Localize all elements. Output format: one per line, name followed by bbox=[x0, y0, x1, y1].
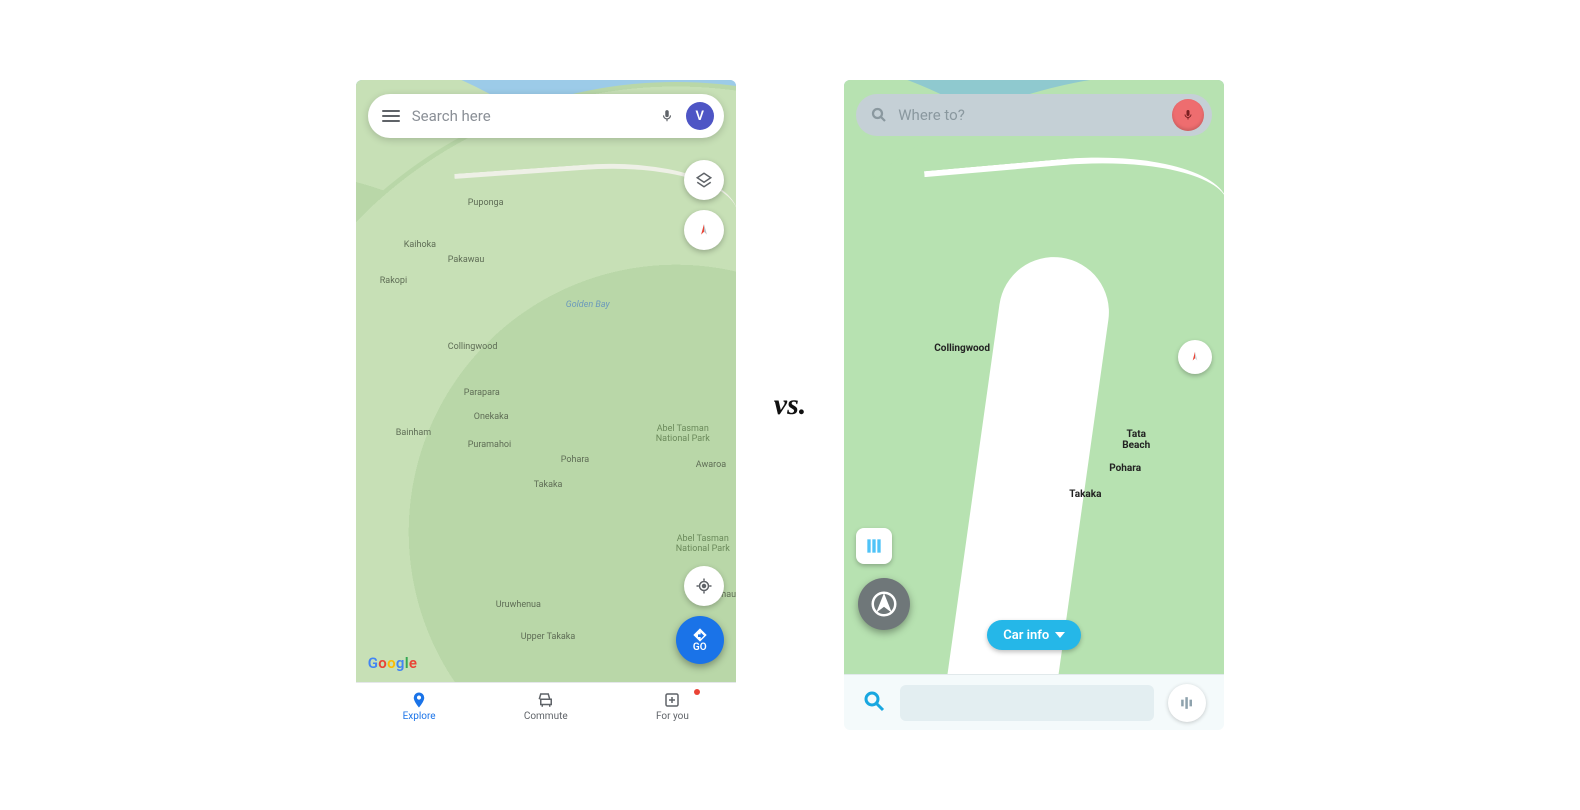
go-label: GO bbox=[693, 642, 707, 653]
google-maps-screenshot: Golden Bay Puponga Kaihoka Pakawau Rakop… bbox=[356, 80, 736, 730]
compass-button[interactable] bbox=[684, 210, 724, 250]
sound-icon bbox=[1177, 693, 1197, 713]
car-info-label: Car info bbox=[1003, 628, 1049, 643]
layers-button[interactable] bbox=[684, 160, 724, 200]
tab-label: Explore bbox=[403, 711, 436, 722]
bottom-bar-spacer bbox=[900, 685, 1154, 721]
recenter-button[interactable] bbox=[858, 578, 910, 630]
vs-label: vs. bbox=[774, 388, 807, 422]
go-directions-button[interactable]: GO bbox=[676, 616, 724, 664]
search-bar[interactable]: Search here V bbox=[368, 94, 724, 138]
microphone-icon[interactable] bbox=[660, 106, 674, 126]
voice-search-button[interactable] bbox=[1172, 99, 1204, 131]
search-icon bbox=[870, 106, 888, 124]
my-location-button[interactable] bbox=[684, 566, 724, 606]
google-maps-map-canvas[interactable]: Golden Bay Puponga Kaihoka Pakawau Rakop… bbox=[356, 80, 736, 682]
recenter-icon bbox=[869, 589, 899, 619]
notification-dot bbox=[694, 689, 700, 695]
search-placeholder: Search here bbox=[412, 107, 648, 125]
tab-label: Commute bbox=[524, 711, 568, 722]
tab-for-you[interactable]: For you bbox=[609, 683, 736, 730]
hamburger-menu-icon[interactable] bbox=[382, 110, 400, 122]
search-placeholder: Where to? bbox=[898, 106, 1162, 124]
commute-icon bbox=[537, 691, 555, 709]
google-logo: Google bbox=[368, 654, 418, 672]
car-info-button[interactable]: Car info bbox=[987, 620, 1081, 650]
compass-button[interactable] bbox=[1178, 340, 1212, 374]
search-icon bbox=[862, 689, 886, 713]
tab-explore[interactable]: Explore bbox=[356, 683, 483, 730]
map-mode-button[interactable] bbox=[856, 528, 892, 564]
map-icon bbox=[864, 536, 884, 556]
tab-commute[interactable]: Commute bbox=[482, 683, 609, 730]
bottom-tab-bar: Explore Commute For you bbox=[356, 682, 736, 730]
tab-label: For you bbox=[656, 711, 689, 722]
account-avatar[interactable]: V bbox=[686, 102, 714, 130]
waze-screenshot: Collingwood Tata Beach Pohara Takaka Car… bbox=[844, 80, 1224, 730]
bottom-bar bbox=[844, 674, 1224, 730]
search-button[interactable] bbox=[862, 689, 886, 717]
directions-icon bbox=[692, 627, 708, 643]
waze-map-canvas[interactable]: Collingwood Tata Beach Pohara Takaka Car… bbox=[844, 80, 1224, 674]
for-you-icon bbox=[663, 691, 681, 709]
microphone-icon bbox=[1182, 107, 1194, 123]
search-bar[interactable]: Where to? bbox=[856, 94, 1212, 136]
sound-button[interactable] bbox=[1168, 684, 1206, 722]
chevron-down-icon bbox=[1055, 632, 1065, 638]
explore-icon bbox=[410, 691, 428, 709]
